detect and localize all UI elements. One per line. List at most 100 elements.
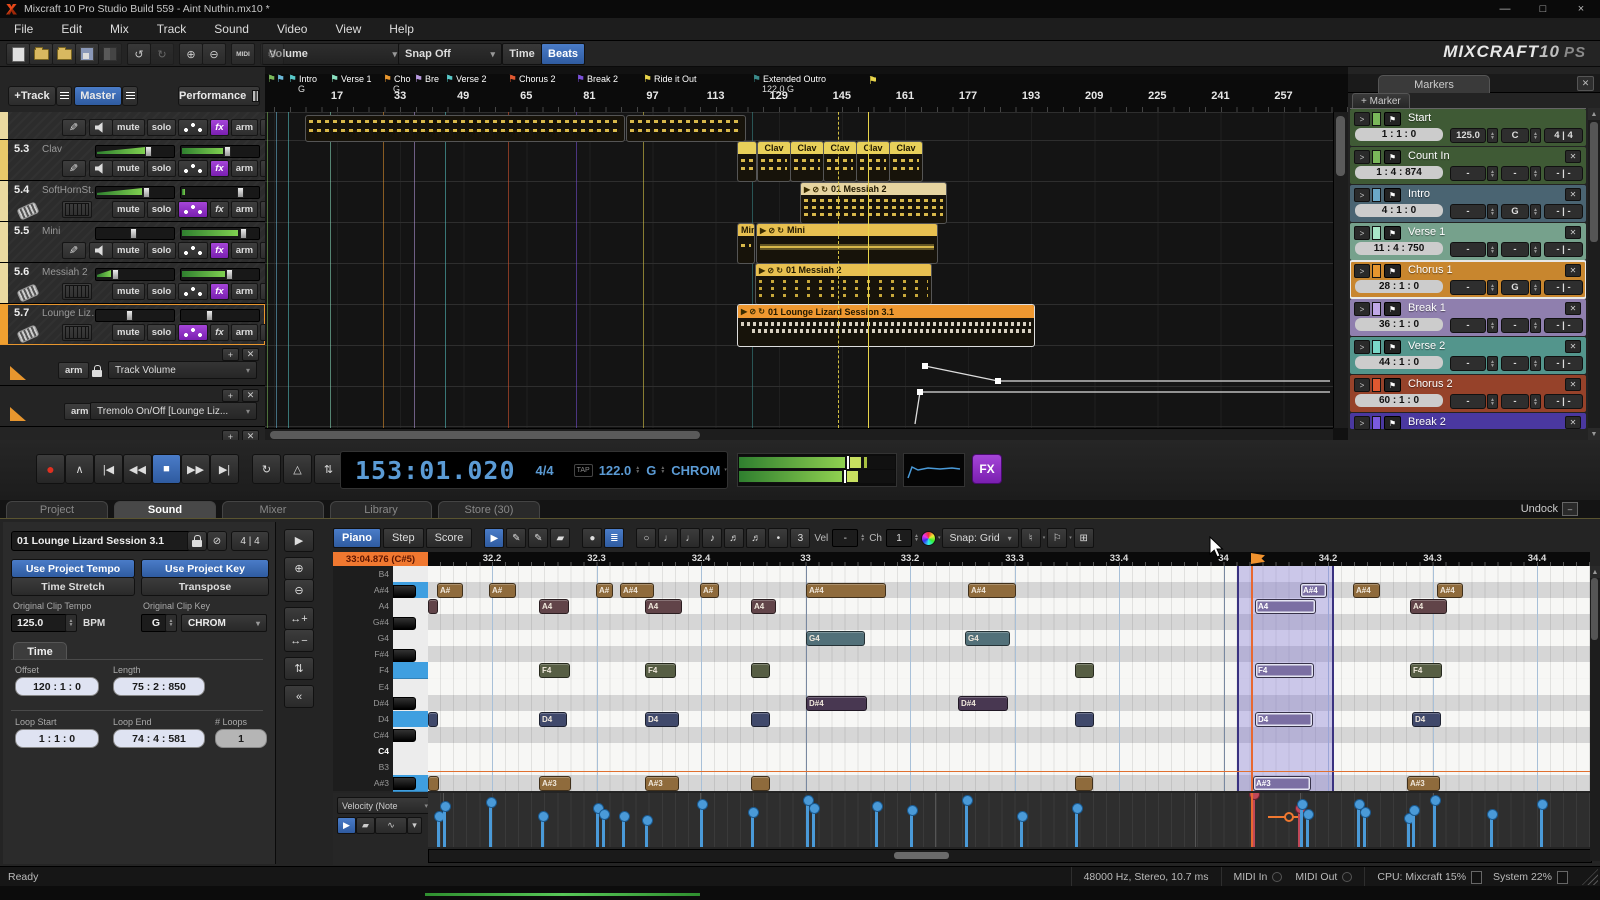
piano-key-e4[interactable]: E4 (333, 679, 428, 695)
piano-key-b3[interactable]: B3 (333, 759, 428, 775)
marker-color-chip[interactable] (1372, 302, 1381, 316)
marker-timesig[interactable]: - | - (1544, 356, 1583, 371)
key-spinner[interactable]: ▲▼ (1530, 394, 1541, 409)
widen-grid-button[interactable]: ↔+ (284, 607, 314, 630)
velocity-ramp-handle[interactable] (1284, 812, 1294, 822)
velocity-handle[interactable] (1537, 799, 1548, 810)
marker-key[interactable]: - (1501, 242, 1529, 257)
tempo-spinner[interactable]: ▲▼ (1487, 204, 1498, 219)
channel-value[interactable]: 1 (886, 529, 912, 547)
marker-flag-ride-it-out[interactable]: ⚑Ride it Out (643, 74, 697, 85)
marker-row-verse-1[interactable]: >⚑Verse 1✕11 : 4 : 750-▲▼-▲▼- | - (1350, 223, 1586, 260)
midi-note-as4[interactable]: A#4 (1437, 583, 1463, 598)
fx-button[interactable]: fx (210, 119, 228, 136)
key-surface[interactable] (393, 711, 428, 728)
marker-color-chip[interactable] (1372, 226, 1381, 240)
marker-row-chorus-1[interactable]: >⚑Chorus 1✕28 : 1 : 0-▲▼G▲▼- | - (1350, 261, 1586, 298)
velocity-handle[interactable] (619, 811, 630, 822)
velocity-eraser-icon[interactable]: ▰ (356, 817, 375, 834)
volume-slider[interactable] (180, 186, 260, 199)
velocity-stem[interactable] (806, 799, 809, 847)
env-button[interactable] (178, 283, 208, 300)
automation-handle[interactable] (10, 366, 26, 380)
clip-area[interactable]: ClavClavClavClavClav▶ ⊘ ↻01 Messiah 2Min… (265, 112, 1348, 428)
mute-button[interactable]: mute (112, 201, 145, 218)
menu-edit[interactable]: Edit (47, 18, 96, 40)
menu-sound[interactable]: Sound (200, 18, 263, 40)
marker-flag-verse-2[interactable]: ⚑Verse 2 (445, 74, 487, 85)
automation-param-select[interactable]: Track Volume▾ (108, 361, 257, 379)
snap-select[interactable]: Snap Off▾ (398, 43, 502, 65)
piano-key-fs4[interactable]: F#4 (333, 646, 428, 662)
add-lane-button[interactable]: + (222, 389, 239, 402)
marker-flag-cho[interactable]: ⚑ChoG (383, 74, 410, 85)
key-surface[interactable] (393, 727, 428, 744)
fx-button[interactable]: fx (210, 283, 228, 300)
midi-note-f4[interactable]: F4 (1255, 663, 1314, 678)
fit-vertical-button[interactable]: ⇅ (284, 657, 314, 680)
marker-position[interactable]: 11 : 4 : 750 (1355, 242, 1443, 255)
solo-button[interactable]: solo (147, 242, 177, 259)
loop-start-field[interactable]: 1 : 1 : 0 (15, 729, 99, 748)
piano-key-b4[interactable]: B4 (333, 566, 428, 582)
marker-position[interactable]: 44 : 1 : 0 (1355, 356, 1443, 369)
midi-note-d4[interactable]: D4 (539, 712, 567, 727)
marker-row-break-1[interactable]: >⚑Break 1✕36 : 1 : 0-▲▼-▲▼- | - (1350, 299, 1586, 336)
midi-note-g4[interactable]: G4 (965, 631, 1010, 646)
expand-icon[interactable]: > (1354, 188, 1370, 202)
track-row-5.6[interactable]: 5.6Messiah 2mutesolofxarm▾ (0, 263, 265, 304)
marker-tempo[interactable]: - (1450, 318, 1486, 333)
note-color-icon[interactable] (921, 531, 936, 546)
pianoroll-vscrollbar[interactable]: ▲ (1590, 566, 1600, 861)
marker-timesig[interactable]: - | - (1544, 318, 1583, 333)
piano-key-f4[interactable]: F4 (333, 662, 428, 678)
marker-row-start[interactable]: >⚑Start1 : 1 : 0125.0▲▼C▲▼4 | 4 (1350, 109, 1586, 146)
piano-key-d4[interactable]: D4 (333, 711, 428, 727)
midi-note-as4[interactable]: A#4 (620, 583, 654, 598)
marker-key[interactable]: G (1501, 280, 1529, 295)
expand-icon[interactable]: > (1354, 340, 1370, 354)
velocity-handle[interactable] (1360, 807, 1371, 818)
black-key[interactable] (393, 697, 416, 710)
marker-timesig[interactable]: - | - (1544, 166, 1583, 181)
key-surface[interactable] (393, 566, 428, 583)
clip-name-field[interactable]: 01 Lounge Lizard Session 3.1 (11, 531, 195, 551)
arm-button[interactable]: arm (231, 201, 258, 218)
velocity-handle[interactable] (697, 799, 708, 810)
midi-note[interactable] (1075, 712, 1094, 727)
save-icon[interactable] (75, 43, 99, 65)
thirtysecond-note-icon[interactable]: ♬ (746, 528, 766, 548)
import-icon[interactable] (52, 43, 76, 65)
transpose-button[interactable]: Transpose (141, 577, 269, 596)
fast-forward-button[interactable]: ▶▶ (181, 454, 210, 484)
key-value[interactable]: G (646, 463, 656, 478)
key-spinner[interactable]: ▲▼ (1530, 318, 1541, 333)
beats-mode-button[interactable]: Beats (541, 43, 585, 65)
marker-flag-verse-1[interactable]: ⚑Verse 1 (330, 74, 372, 85)
monitor-button[interactable] (89, 242, 113, 259)
midi-note-as4[interactable]: A#4 (1300, 583, 1327, 598)
velocity-handle[interactable] (1072, 803, 1083, 814)
velocity-handle[interactable] (1017, 811, 1028, 822)
tab-library[interactable]: Library (330, 501, 432, 518)
snap-select[interactable]: Snap: Grid▾ (942, 528, 1018, 548)
tab-piano[interactable]: Piano (333, 528, 381, 548)
use-project-key-button[interactable]: Use Project Key (141, 559, 269, 578)
env-button[interactable] (178, 324, 208, 341)
velocity-handle[interactable] (1303, 809, 1314, 820)
pianoroll-ruler[interactable]: 32.232.332.43333.233.333.43434.234.334.4 (428, 552, 1590, 566)
track-row-5.4[interactable]: 5.4SoftHornStabsmutesolofxarm▾ (0, 181, 265, 222)
key-surface[interactable] (393, 759, 428, 776)
chevron-down-icon[interactable]: ▾ (1043, 536, 1046, 540)
midi-note[interactable] (1075, 776, 1093, 791)
tab-step[interactable]: Step (383, 528, 424, 548)
volume-slider[interactable] (180, 268, 260, 281)
key-spinner[interactable]: ▲▼ (1530, 280, 1541, 295)
menu-file[interactable]: File (0, 18, 47, 40)
master-track-button[interactable]: Master (74, 86, 122, 106)
menu-help[interactable]: Help (375, 18, 428, 40)
rewind-button[interactable]: ◀◀ (123, 454, 152, 484)
midi-note-as3[interactable]: A#3 (539, 776, 571, 791)
marker-key[interactable]: - (1501, 394, 1529, 409)
num-loops-field[interactable]: 1 (215, 729, 267, 748)
